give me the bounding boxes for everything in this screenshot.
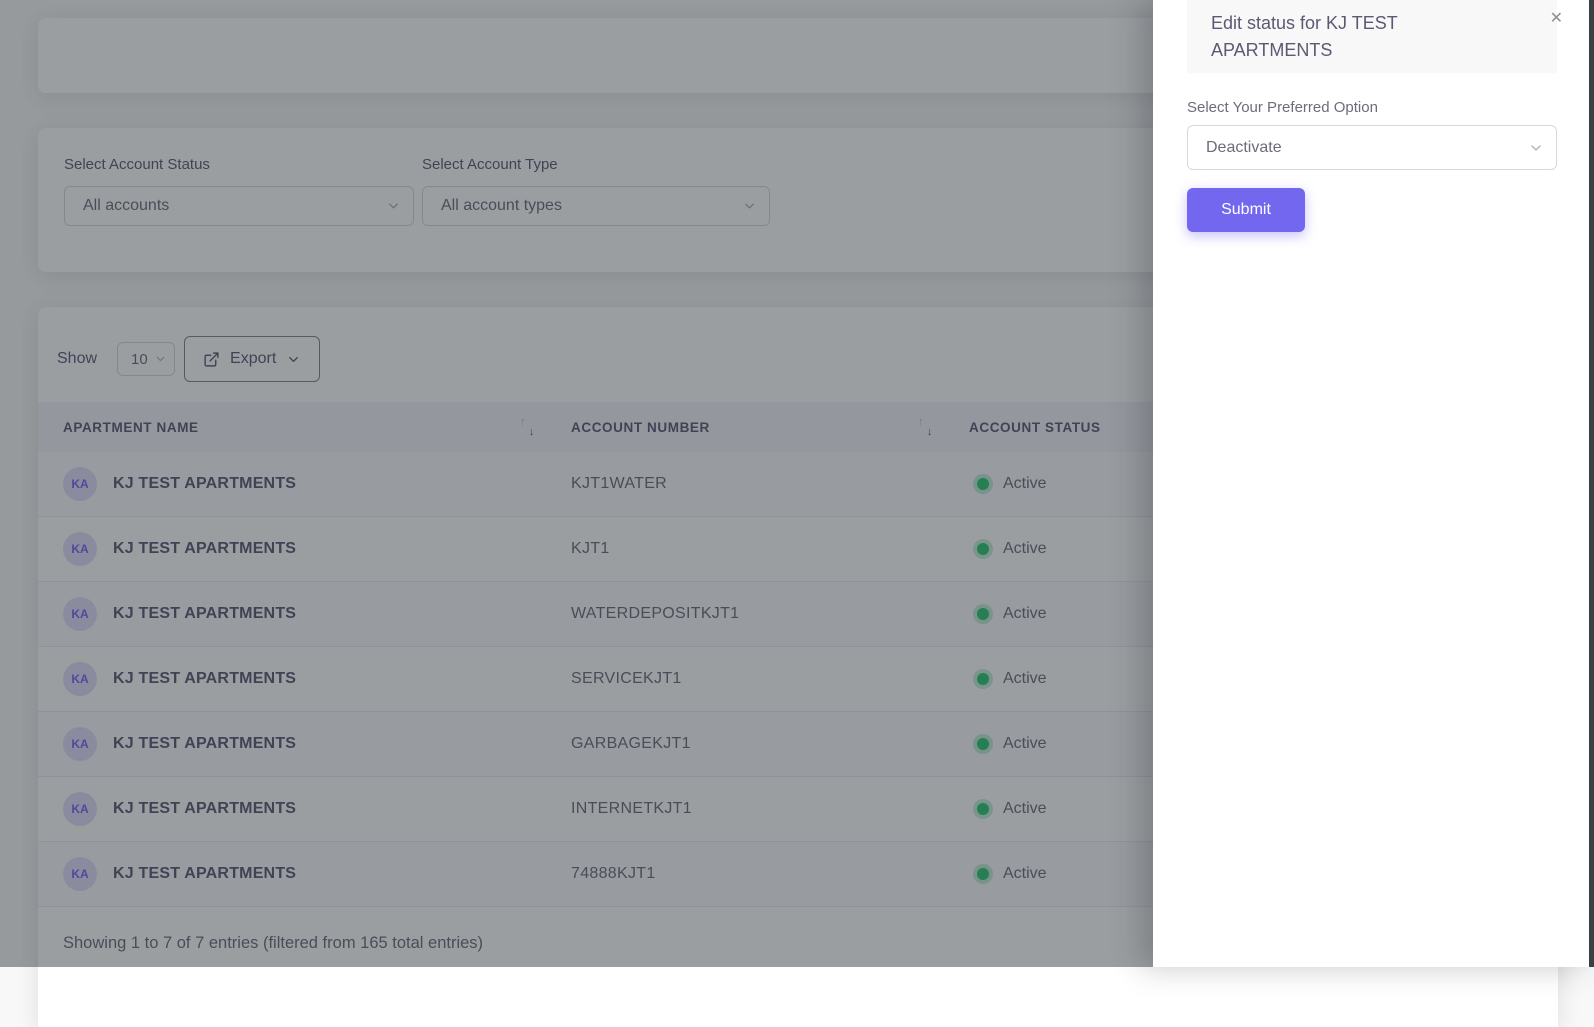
close-icon[interactable]: ✕ xyxy=(1548,9,1565,29)
drawer-header: Edit status for KJ TEST APARTMENTS xyxy=(1187,0,1557,73)
preferred-option-select[interactable]: Deactivate xyxy=(1187,125,1557,170)
drawer-title: Edit status for KJ TEST APARTMENTS xyxy=(1211,10,1461,64)
scrollbar[interactable] xyxy=(1589,0,1594,967)
edit-status-drawer: Edit status for KJ TEST APARTMENTS ✕ Sel… xyxy=(1153,0,1594,967)
preferred-option-label: Select Your Preferred Option xyxy=(1187,99,1557,116)
chevron-down-icon xyxy=(1528,140,1544,156)
preferred-option-value: Deactivate xyxy=(1206,139,1282,157)
submit-button[interactable]: Submit xyxy=(1187,188,1305,232)
